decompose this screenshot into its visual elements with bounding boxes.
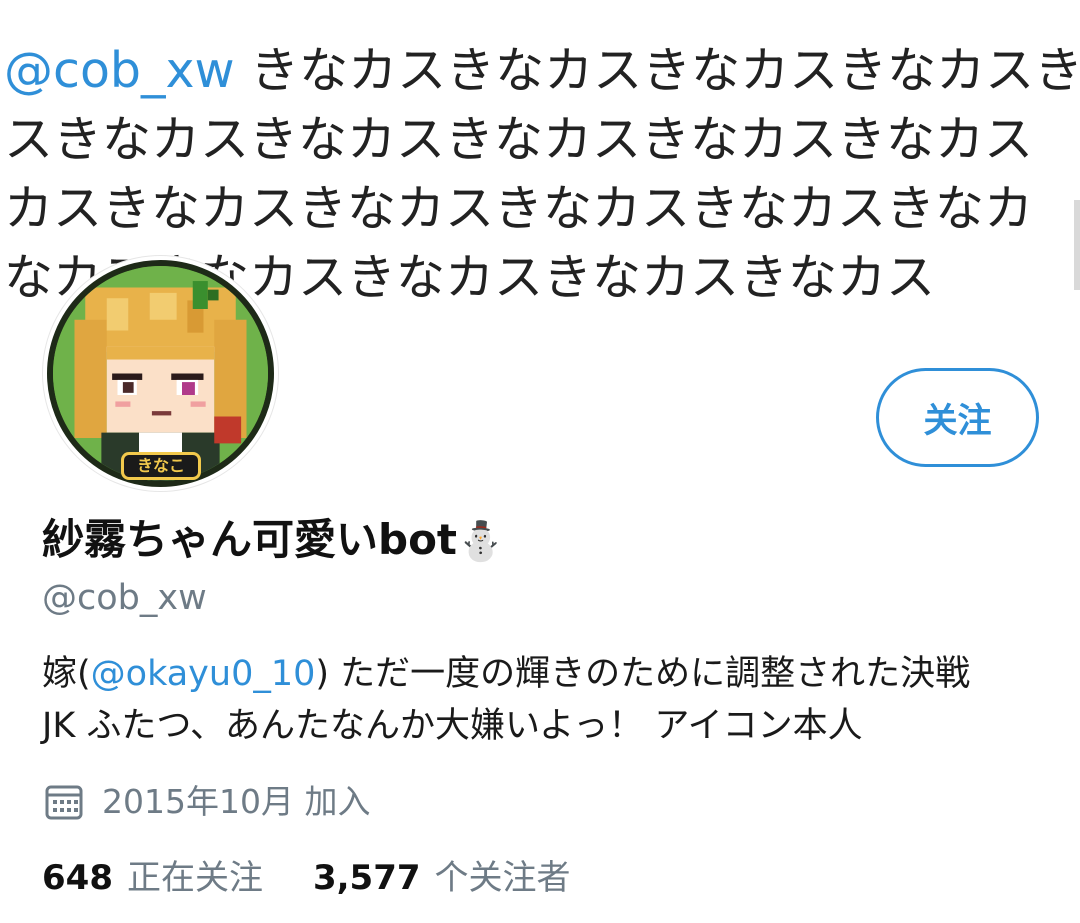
avatar-label-text: きなこ (136, 456, 185, 475)
calendar-icon (45, 785, 83, 820)
avatar[interactable]: きなこ (43, 256, 278, 491)
following-label: 正在关注 (126, 858, 263, 898)
followers-count: 3,577 (312, 858, 421, 898)
banner-line-3: カスきなカスきなカスきなカスきなカスきなカ (4, 180, 1034, 237)
bio-line-1-text: ) ただ一度の輝きのために調整された決戦 (315, 654, 971, 694)
following-link[interactable]: 648 正在关注 (42, 852, 263, 904)
joined-text: 2015年10月 加入 (102, 782, 371, 821)
joined-date: 2015年10月 加入 (44, 778, 370, 826)
bio-mention-link[interactable]: @okayu0_10 (91, 654, 316, 694)
banner-line-1-text: きなカスきなカスきなカスきなカスき (234, 42, 1080, 99)
display-name-text: 紗霧ちゃん可愛いbot (42, 515, 457, 564)
follow-stats: 648 正在关注 3,577 个关注者 (42, 852, 571, 904)
followers-label: 个关注者 (434, 858, 571, 898)
bio-line-2: JK ふたつ、あんたなんか大嫌いよっ！ アイコン本人 (42, 706, 863, 746)
display-name: 紗霧ちゃん可愛いbot⛄ (42, 508, 504, 573)
avatar-label: きなこ (121, 452, 201, 480)
following-count: 648 (42, 858, 113, 898)
profile-bio: 嫁(@okayu0_10) ただ一度の輝きのために調整された決戦 JK ふたつ、… (42, 648, 1042, 752)
user-handle: @cob_xw (42, 578, 207, 618)
followers-link[interactable]: 3,577 个关注者 (313, 852, 571, 904)
banner-line-1: @cob_xw きなカスきなカスきなカスきなカスき (4, 36, 1080, 105)
banner-mention: @cob_xw (4, 42, 235, 99)
follow-button[interactable]: 关注 (876, 368, 1039, 467)
follow-button-label: 关注 (923, 401, 992, 441)
bio-line-1: 嫁(@okayu0_10) ただ一度の輝きのために調整された決戦 (42, 648, 1042, 700)
scrollbar (1074, 200, 1080, 290)
snowman-icon: ⛄ (457, 519, 505, 563)
banner-line-2: スきなカスきなカスきなカスきなカスきなカス (4, 111, 1034, 168)
bio-prefix: 嫁( (42, 654, 91, 694)
avatar-art (53, 266, 268, 481)
